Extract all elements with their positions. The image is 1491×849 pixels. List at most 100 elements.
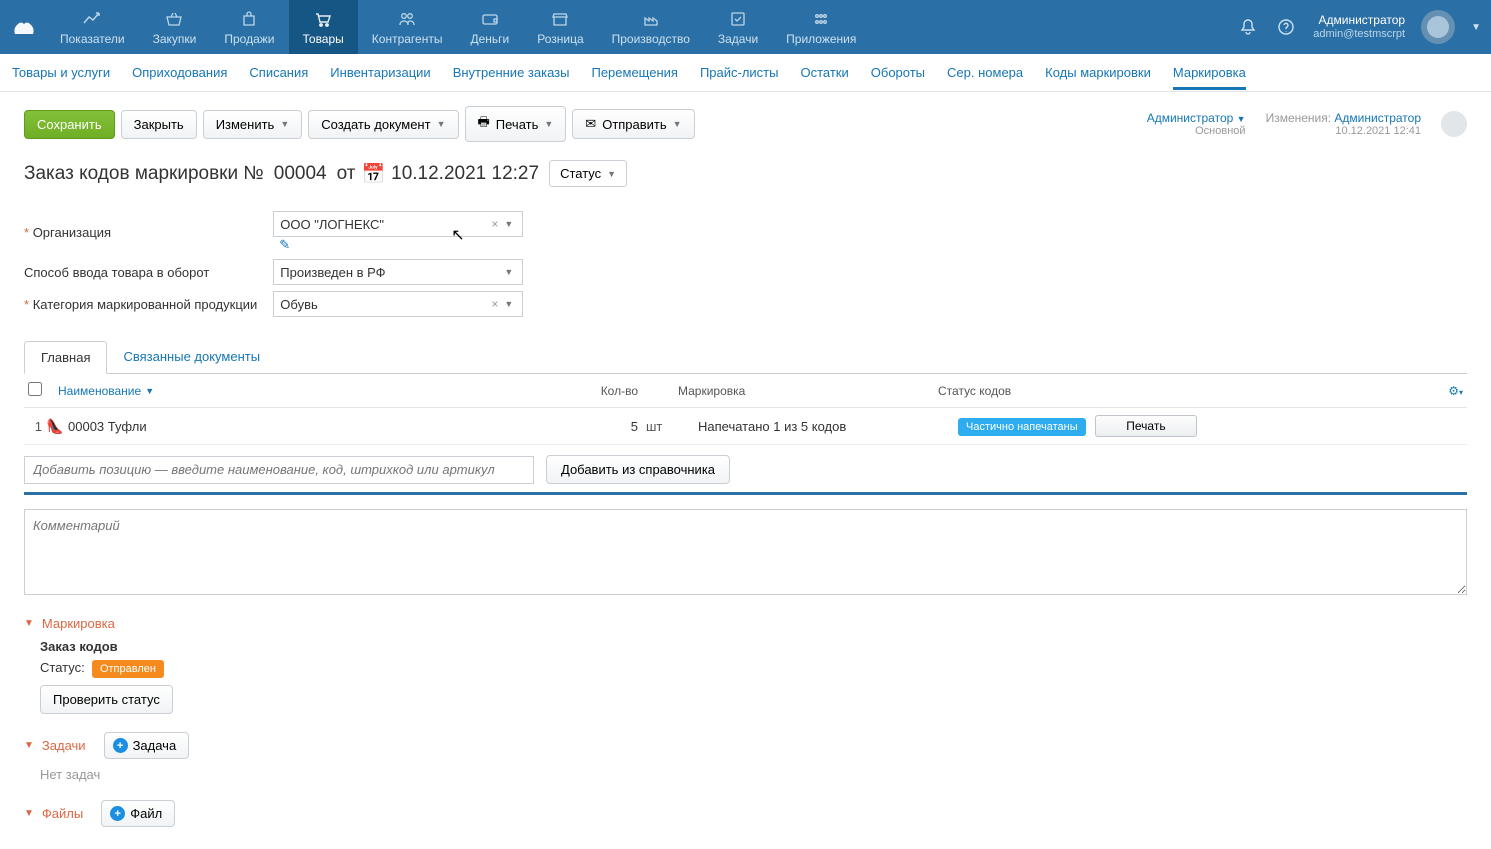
cart-icon [312, 9, 334, 29]
label-org: Организация [33, 225, 111, 240]
print-dropdown[interactable]: 🖶Печать▼ [465, 106, 567, 142]
check-icon [727, 9, 749, 29]
method-combo[interactable]: Произведен в РФ ▼ [273, 259, 523, 285]
send-dropdown[interactable]: ✉Отправить▼ [572, 109, 694, 139]
sub-navigation: Товары и услуги Оприходования Списания И… [0, 54, 1491, 92]
marking-order-label: Заказ кодов [40, 639, 1467, 654]
subnav-transfers[interactable]: Перемещения [591, 55, 677, 90]
section-tasks-title[interactable]: Задачи [42, 738, 86, 753]
doc-number[interactable]: 00004 [274, 163, 327, 185]
subnav-marking-codes[interactable]: Коды маркировки [1045, 55, 1151, 90]
row-print-button[interactable]: Печать [1095, 415, 1196, 437]
store-icon [549, 9, 571, 29]
owner-block[interactable]: Администратор ▼ Основной [1147, 111, 1246, 137]
nav-purchases[interactable]: Закупки [139, 0, 211, 54]
form-block: * Организация ООО "ЛОГНЕКС" × ▼ ✎ ↖ Спос… [24, 205, 523, 323]
printer-icon: 🖶 [478, 113, 490, 135]
comment-textarea[interactable] [24, 509, 1467, 595]
subnav-writeoff[interactable]: Списания [249, 55, 308, 90]
bell-icon[interactable] [1237, 16, 1259, 38]
collapse-icon[interactable]: ▼ [24, 740, 34, 751]
nav-apps[interactable]: Приложения [772, 0, 870, 54]
chart-icon [81, 9, 103, 29]
nav-sales[interactable]: Продажи [210, 0, 288, 54]
org-combo[interactable]: ООО "ЛОГНЕКС" × ▼ [273, 211, 523, 237]
chevron-down-icon[interactable]: ▼ [501, 219, 516, 229]
gear-icon[interactable]: ⚙▾ [1448, 384, 1463, 398]
table-row[interactable]: 1 👠 00003 Туфли 5 шт Напечатано 1 из 5 к… [24, 408, 1467, 445]
row-marking: Напечатано 1 из 5 кодов [698, 419, 958, 434]
add-from-catalog-button[interactable]: Добавить из справочника [546, 455, 730, 484]
subnav-posting[interactable]: Оприходования [132, 55, 227, 90]
changed-by-link[interactable]: Администратор [1334, 111, 1421, 125]
shoes-icon: 👠 [46, 418, 68, 435]
nav-indicators[interactable]: Показатели [46, 0, 139, 54]
chevron-down-icon[interactable]: ▼ [501, 267, 516, 277]
collapse-icon[interactable]: ▼ [24, 808, 34, 819]
add-task-button[interactable]: +Задача [104, 732, 190, 759]
edit-dropdown[interactable]: Изменить▼ [203, 110, 303, 139]
nav-tasks[interactable]: Задачи [704, 0, 772, 54]
subnav-internal-orders[interactable]: Внутренние заказы [453, 55, 570, 90]
tab-linked-docs[interactable]: Связанные документы [107, 341, 276, 373]
grid-header: Наименование▼ Кол-во Маркировка Статус к… [24, 374, 1467, 408]
nav-goods[interactable]: Товары [289, 0, 358, 54]
close-button[interactable]: Закрыть [121, 110, 197, 139]
select-all-checkbox[interactable] [28, 382, 42, 396]
nav-production[interactable]: Производство [598, 0, 704, 54]
nav-retail[interactable]: Розница [523, 0, 597, 54]
clear-icon[interactable]: × [488, 297, 501, 311]
create-doc-dropdown[interactable]: Создать документ▼ [308, 110, 458, 139]
col-code-status: Статус кодов [938, 384, 1198, 398]
no-tasks-text: Нет задач [40, 767, 1467, 782]
subnav-inventory[interactable]: Инвентаризации [330, 55, 430, 90]
subnav-marking[interactable]: Маркировка [1173, 55, 1246, 90]
wallet-icon [479, 9, 501, 29]
changes-block: Изменения: Администратор 10.12.2021 12:4… [1266, 111, 1421, 137]
subnav-turnover[interactable]: Обороты [871, 55, 925, 90]
help-icon[interactable] [1275, 16, 1297, 38]
subnav-goods-services[interactable]: Товары и услуги [12, 55, 110, 90]
document-title-row: Заказ кодов маркировки № 00004 от 📅 10.1… [24, 160, 1467, 187]
category-combo[interactable]: Обувь × ▼ [273, 291, 523, 317]
row-name: 00003 Туфли [68, 419, 568, 434]
add-file-button[interactable]: +Файл [101, 800, 175, 827]
save-button[interactable]: Сохранить [24, 110, 115, 139]
tabs: Главная Связанные документы [24, 341, 1467, 374]
nav-money[interactable]: Деньги [456, 0, 523, 54]
changed-by-avatar [1441, 111, 1467, 137]
pencil-icon[interactable]: ✎ [279, 237, 290, 252]
status-dropdown[interactable]: Статус▼ [549, 160, 627, 187]
toolbar: Сохранить Закрыть Изменить▼ Создать доку… [24, 106, 1467, 142]
chevron-down-icon[interactable]: ▼ [1471, 22, 1481, 33]
bag-icon [238, 9, 260, 29]
avatar[interactable] [1421, 10, 1455, 44]
nav-counterparties[interactable]: Контрагенты [358, 0, 457, 54]
row-unit: шт [638, 419, 698, 434]
logo-icon[interactable] [10, 13, 38, 41]
row-qty: 5 [568, 419, 638, 434]
section-marking-title[interactable]: Маркировка [42, 616, 115, 631]
doc-date[interactable]: 10.12.2021 12:27 [391, 163, 539, 185]
user-name: Администратор [1313, 13, 1405, 27]
col-marking: Маркировка [678, 384, 938, 398]
marking-status-badge: Отправлен [92, 660, 164, 678]
subnav-stock[interactable]: Остатки [800, 55, 848, 90]
divider [24, 492, 1467, 495]
chevron-down-icon[interactable]: ▼ [501, 299, 516, 309]
user-info[interactable]: Администратор admin@testmscrpt [1313, 13, 1405, 41]
clear-icon[interactable]: × [488, 217, 501, 231]
status-badge: Частично напечатаны [958, 418, 1086, 436]
subnav-pricelists[interactable]: Прайс-листы [700, 55, 779, 90]
collapse-icon[interactable]: ▼ [24, 618, 34, 629]
tab-main[interactable]: Главная [24, 341, 107, 374]
section-files-title[interactable]: Файлы [42, 806, 83, 821]
calendar-icon[interactable]: 📅 [361, 162, 385, 186]
envelope-icon: ✉ [585, 116, 596, 132]
add-position-input[interactable] [24, 456, 534, 484]
subnav-serials[interactable]: Сер. номера [947, 55, 1023, 90]
user-account: admin@testmscrpt [1313, 28, 1405, 41]
check-status-button[interactable]: Проверить статус [40, 685, 173, 714]
col-name-sort[interactable]: Наименование▼ [58, 384, 578, 398]
marking-status-label: Статус: [40, 660, 85, 675]
